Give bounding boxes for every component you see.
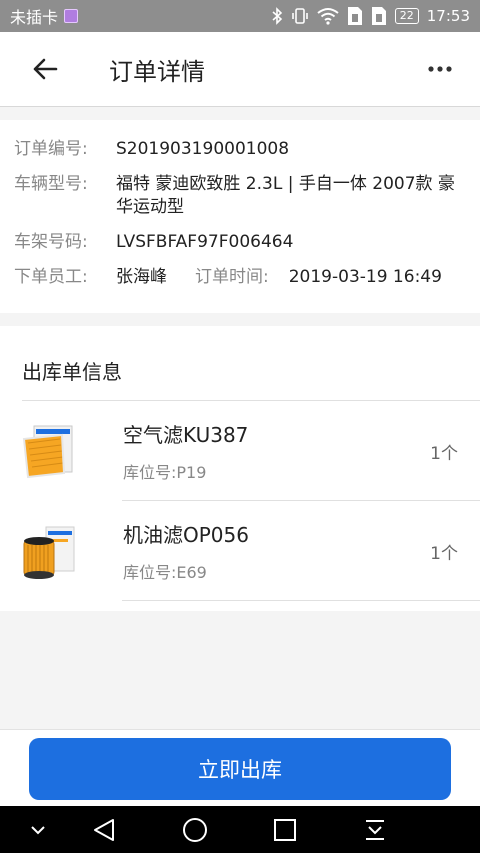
divider: [122, 600, 480, 601]
back-button[interactable]: [15, 39, 75, 99]
home-circle-icon: [183, 818, 207, 842]
battery-icon: 22: [394, 8, 419, 24]
recents-nav-button[interactable]: [269, 814, 301, 846]
image-icon: [64, 9, 79, 23]
list-item[interactable]: 机油滤OP056 库位号:E69 1个: [0, 501, 480, 601]
back-nav-button[interactable]: [88, 814, 120, 846]
list-item[interactable]: 空气滤KU387 库位号:P19 1个: [0, 401, 480, 501]
air-filter-thumbnail: [20, 423, 78, 481]
status-bar: 未插卡 22 17:53: [0, 0, 480, 32]
system-nav-bar: [0, 806, 480, 853]
notification-nav-button[interactable]: [359, 814, 391, 846]
bottom-action-bar: 立即出库: [0, 729, 480, 806]
item-quantity: 1个: [430, 444, 458, 464]
staff-label: 下单员工:: [14, 267, 88, 287]
bluetooth-icon: [271, 7, 283, 25]
order-info-card: 订单编号: S201903190001008 车辆型号: 福特 蒙迪欧致胜 2.…: [0, 120, 480, 313]
notification-pull-icon: [366, 820, 384, 840]
carrier-text: 未插卡: [10, 8, 59, 27]
item-location: 库位号:E69: [123, 563, 207, 582]
order-time-label: 订单时间:: [195, 267, 269, 287]
order-time-value: 2019-03-19 16:49: [288, 267, 442, 287]
outbound-now-button[interactable]: 立即出库: [29, 738, 451, 800]
wifi-icon: [317, 7, 339, 25]
page-title: 订单详情: [109, 57, 205, 86]
app-header: 订单详情: [0, 32, 480, 107]
item-name: 机油滤OP056: [123, 523, 249, 547]
vin-label: 车架号码:: [14, 232, 88, 252]
more-horizontal-icon: [428, 66, 452, 72]
item-location: 库位号:P19: [123, 463, 207, 482]
vin-value: LVSFBFAF97F006464: [116, 232, 294, 252]
order-number-value: S201903190001008: [116, 139, 290, 159]
outbound-section: 出库单信息 空气滤KU387 库位号:P19 1个 机油滤OP056 库位号:E…: [0, 326, 480, 611]
collapse-icon: [31, 826, 45, 835]
collapse-button[interactable]: [22, 814, 54, 846]
recents-square-icon: [274, 819, 296, 841]
home-nav-button[interactable]: [179, 814, 211, 846]
vehicle-row: 车辆型号: 福特 蒙迪欧致胜 2.3L | 手自一体 2007款 豪华运动型: [14, 173, 468, 219]
sim1-icon: [347, 6, 363, 26]
vibrate-icon: [291, 7, 309, 25]
more-button[interactable]: [420, 49, 460, 89]
sim2-icon: [371, 6, 387, 26]
staff-value: 张海峰: [116, 267, 167, 287]
clock: 17:53: [426, 7, 470, 25]
vehicle-label: 车辆型号:: [14, 174, 88, 194]
order-number-row: 订单编号: S201903190001008: [14, 138, 468, 161]
arrow-left-icon: [33, 58, 58, 80]
order-number-label: 订单编号:: [14, 139, 88, 159]
vehicle-value: 福特 蒙迪欧致胜 2.3L | 手自一体 2007款 豪华运动型: [116, 174, 455, 217]
vin-row: 车架号码: LVSFBFAF97F006464: [14, 231, 468, 254]
staff-time-row: 下单员工: 张海峰 订单时间: 2019-03-19 16:49: [14, 266, 468, 289]
item-name: 空气滤KU387: [123, 423, 249, 447]
item-quantity: 1个: [430, 544, 458, 564]
back-triangle-icon: [94, 819, 114, 841]
oil-filter-thumbnail: [20, 523, 78, 581]
section-title: 出库单信息: [22, 360, 122, 384]
